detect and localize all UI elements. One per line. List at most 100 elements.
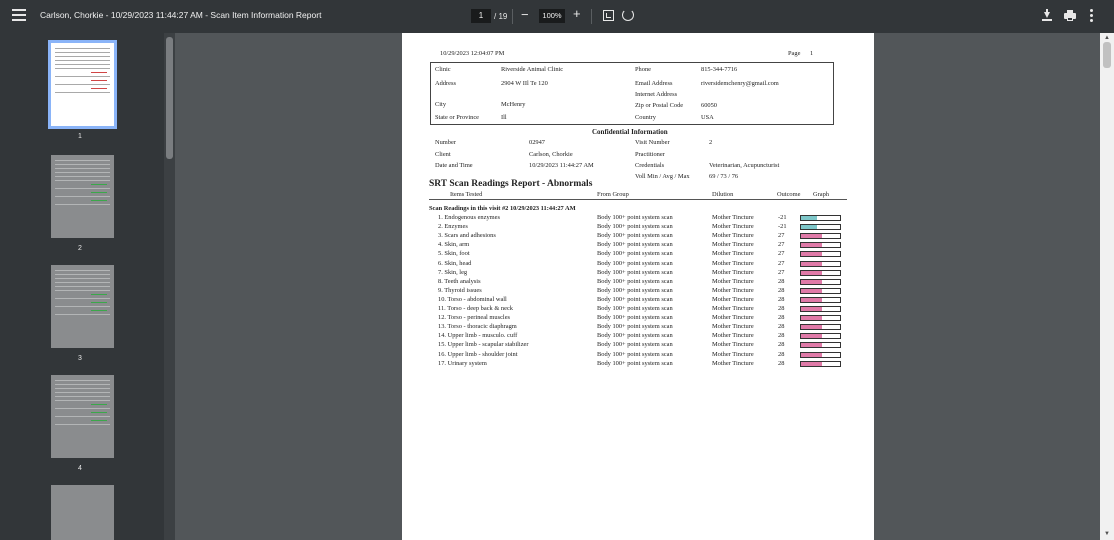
outcome-graph-fill	[801, 352, 823, 357]
column-outcome: Outcome	[777, 191, 801, 198]
phone-label: Phone	[635, 66, 651, 73]
outcome-graph-bar	[800, 324, 841, 331]
viewer-scroll-thumb[interactable]	[1103, 42, 1111, 68]
row-group: Body 100+ point system scan	[597, 223, 673, 231]
row-item: 3. Scars and adhesions	[438, 232, 496, 240]
row-item: 7. Skin, leg	[438, 268, 468, 276]
row-item: 15. Upper limb - scapular stabilizer	[438, 341, 529, 349]
row-item: 1. Endogenous enzymes	[438, 214, 500, 221]
row-dilution: Mother Tincture	[712, 259, 754, 267]
column-graph: Graph	[813, 191, 829, 198]
page-thumbnail[interactable]	[48, 40, 117, 129]
row-dilution: Mother Tincture	[712, 286, 754, 294]
page-thumbnail[interactable]	[51, 265, 114, 348]
row-group: Body 100+ point system scan	[597, 341, 673, 349]
row-dilution: Mother Tincture	[712, 214, 754, 221]
viewer-scrollbar[interactable]	[1100, 33, 1114, 540]
row-outcome: 28	[778, 332, 785, 340]
row-outcome: 28	[778, 341, 785, 349]
page-thumbnail[interactable]	[51, 485, 114, 540]
outcome-graph-fill	[801, 316, 823, 321]
row-outcome: 27	[778, 232, 785, 240]
address-value: 2904 W IIl Te 120	[501, 80, 548, 87]
toolbar-divider	[512, 9, 513, 24]
row-group: Body 100+ point system scan	[597, 323, 673, 331]
visit-heading: Scan Readings in this visit #2 10/29/202…	[429, 205, 576, 212]
row-dilution: Mother Tincture	[712, 295, 754, 303]
outcome-graph-bar	[800, 278, 841, 285]
outcome-graph-fill	[801, 343, 823, 348]
client-label: Client	[435, 151, 451, 158]
page-number: 1	[810, 50, 814, 57]
date-value: 10/29/2023 11:44:27 AM	[529, 162, 594, 169]
pdf-toolbar: Carlson, Chorkie - 10/29/2023 11:44:27 A…	[0, 0, 1114, 33]
row-group: Body 100+ point system scan	[597, 332, 673, 340]
rotate-icon[interactable]	[622, 9, 634, 21]
outcome-graph-bar	[800, 215, 841, 221]
state-value: Ill	[501, 114, 507, 121]
fit-page-icon[interactable]	[603, 10, 614, 21]
state-label: State or Province	[435, 114, 480, 121]
row-outcome: 28	[778, 359, 785, 367]
outcome-graph-bar	[800, 269, 841, 276]
voll-label: Voll Min / Avg / Max	[635, 173, 690, 180]
zoom-input[interactable]: 100%	[539, 9, 565, 23]
outcome-graph-bar	[800, 233, 841, 240]
download-icon[interactable]	[1042, 9, 1052, 22]
row-outcome: 28	[778, 277, 785, 285]
row-group: Body 100+ point system scan	[597, 277, 673, 285]
row-group: Body 100+ point system scan	[597, 305, 673, 312]
outcome-graph-fill	[801, 234, 823, 239]
section-title: SRT Scan Readings Report - Abnormals	[429, 179, 593, 189]
row-item: 10. Torso - abdominal wall	[438, 295, 507, 303]
zip-label: Zip or Postal Code	[635, 102, 684, 109]
row-outcome: 28	[778, 295, 785, 303]
row-item: 17. Urinary system	[438, 359, 487, 367]
email-label: Email Address	[635, 80, 673, 87]
email-value: riversidemchenry@gmail.com	[701, 80, 779, 87]
menu-icon[interactable]	[12, 9, 26, 23]
internet-label: Internet Address	[635, 91, 678, 98]
zoom-out-button[interactable]: −	[521, 7, 529, 22]
credentials-value: Veterinarian, Acupuncturist	[709, 162, 780, 169]
voll-value: 69 / 73 / 76	[709, 173, 739, 180]
scroll-down-arrow[interactable]: ▼	[1104, 531, 1110, 537]
page-number-input[interactable]: 1	[471, 9, 491, 23]
row-group: Body 100+ point system scan	[597, 314, 673, 322]
print-icon[interactable]	[1064, 10, 1076, 21]
outcome-graph-fill	[801, 297, 823, 302]
row-item: 11. Torso - deep back & neck	[438, 305, 513, 312]
outcome-graph-bar	[800, 306, 841, 312]
outcome-graph-fill	[801, 334, 823, 339]
clinic-label: Clinic	[435, 66, 451, 73]
row-item: 4. Skin, arm	[438, 241, 470, 249]
outcome-graph-fill	[801, 361, 823, 366]
outcome-graph-bar	[800, 260, 841, 267]
toolbar-divider	[591, 9, 592, 24]
page-total: / 19	[494, 12, 508, 21]
row-dilution: Mother Tincture	[712, 232, 754, 240]
scroll-up-arrow[interactable]: ▲	[1104, 35, 1110, 41]
column-items: Items Tested	[450, 191, 483, 198]
page-thumbnail[interactable]	[51, 375, 114, 458]
outcome-graph-bar	[800, 342, 841, 349]
row-group: Body 100+ point system scan	[597, 268, 673, 276]
outcome-graph-fill	[801, 243, 823, 248]
row-dilution: Mother Tincture	[712, 350, 754, 358]
row-outcome: 28	[778, 305, 785, 312]
row-group: Body 100+ point system scan	[597, 359, 673, 367]
outcome-graph-bar	[800, 224, 841, 231]
zoom-in-button[interactable]: +	[573, 6, 581, 21]
row-item: 6. Skin, head	[438, 259, 472, 267]
row-dilution: Mother Tincture	[712, 277, 754, 285]
outcome-graph-bar	[800, 287, 841, 294]
practitioner-label: Practitioner	[635, 151, 665, 158]
row-item: 8. Teeth analysis	[438, 277, 481, 285]
phone-value: 815-344-7716	[701, 66, 738, 73]
page-thumbnail[interactable]	[51, 155, 114, 238]
row-outcome: 28	[778, 314, 785, 322]
more-options-icon[interactable]	[1090, 9, 1094, 23]
sidebar-scroll-thumb[interactable]	[166, 37, 173, 159]
number-value: 02947	[529, 139, 545, 146]
row-item: 13. Torso - thoracic diaphragm	[438, 323, 517, 331]
